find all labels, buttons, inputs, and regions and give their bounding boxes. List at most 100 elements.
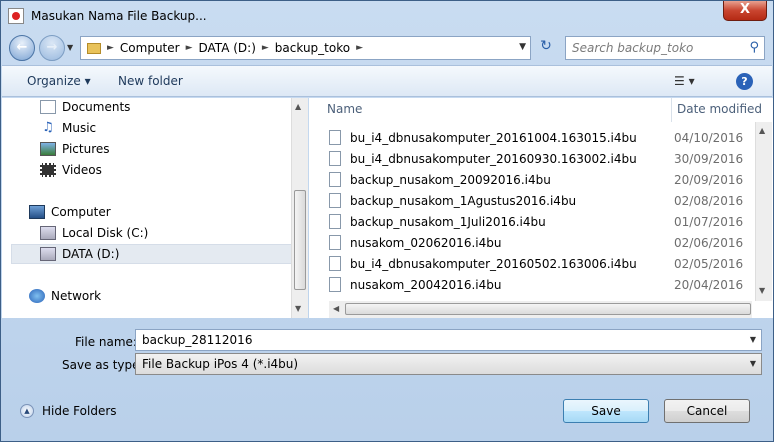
nav-item-local-disk[interactable]: Local Disk (C:) (40, 226, 148, 240)
search-placeholder: Search backup_toko (572, 41, 694, 55)
file-name: nusakom_20042016.i4bu (350, 277, 502, 292)
command-toolbar: Organize ▾ New folder ☰ ▾ ? (2, 65, 772, 97)
file-row[interactable]: backup_nusakom_1Juli2016.i4bu 01/07/2016… (329, 211, 769, 232)
file-date: 04/10/2016 16 (674, 130, 747, 145)
nav-scrollbar[interactable]: ▲ ▼ (291, 98, 308, 318)
nav-item-music[interactable]: ♫ Music (40, 120, 96, 136)
chevron-right-icon[interactable]: ► (356, 43, 363, 53)
chevron-right-icon[interactable]: ► (186, 43, 193, 53)
file-row[interactable]: nusakom_02062016.i4bu 02/06/2016 17 (329, 232, 769, 253)
file-list-vertical-scrollbar[interactable]: ▲ ▼ (755, 122, 772, 301)
save-button[interactable]: Save (563, 399, 649, 423)
new-folder-button[interactable]: New folder (118, 74, 183, 88)
nav-item-data-drive[interactable]: DATA (D:) (40, 247, 119, 261)
nav-item-documents[interactable]: Documents (40, 100, 130, 114)
file-name: backup_nusakom_1Juli2016.i4bu (350, 214, 546, 229)
computer-icon (29, 205, 45, 219)
chevron-up-icon: ▲ (20, 404, 34, 418)
videos-icon (40, 163, 56, 177)
disk-icon (40, 226, 56, 240)
file-icon (329, 193, 341, 208)
file-name: bu_i4_dbnusakomputer_20160930.163002.i4b… (350, 151, 637, 166)
scroll-down-icon[interactable]: ▼ (759, 286, 765, 295)
search-icon[interactable]: ⚲ (749, 40, 759, 55)
folder-icon (87, 42, 101, 54)
file-date: 02/08/2016 10 (674, 193, 747, 208)
recent-pages-dropdown[interactable]: ▼ (67, 43, 77, 53)
file-row[interactable]: backup_nusakom_20092016.i4bu 20/09/2016 … (329, 169, 769, 190)
scroll-up-icon[interactable]: ▲ (759, 126, 765, 135)
search-input[interactable]: Search backup_toko ⚲ (565, 36, 765, 60)
network-icon (29, 289, 45, 303)
chevron-right-icon[interactable]: ► (262, 43, 269, 53)
file-date: 20/09/2016 13 (674, 172, 747, 187)
file-name: backup_nusakom_20092016.i4bu (350, 172, 551, 187)
file-icon (329, 235, 341, 250)
address-bar[interactable]: ► Computer ► DATA (D:) ► backup_toko ► ▼ (80, 36, 531, 60)
documents-icon (40, 100, 56, 114)
file-icon (329, 277, 341, 292)
chevron-down-icon[interactable]: ▼ (750, 335, 756, 344)
organize-menu[interactable]: Organize ▾ (27, 74, 91, 88)
file-list: Name Date modified bu_i4_dbnusakomputer_… (309, 98, 773, 318)
chevron-right-icon[interactable]: ► (107, 43, 114, 53)
nav-item-computer[interactable]: Computer (29, 205, 111, 219)
breadcrumb-computer[interactable]: Computer (120, 41, 180, 55)
file-row[interactable]: backup_nusakom_1Agustus2016.i4bu 02/08/2… (329, 190, 769, 211)
title-bar: Masukan Nama File Backup... X (1, 1, 773, 31)
disk-icon (40, 247, 56, 261)
save-type-select[interactable]: File Backup iPos 4 (*.i4bu) ▼ (135, 353, 762, 375)
scroll-left-icon[interactable]: ◀ (333, 304, 339, 313)
file-row[interactable]: bu_i4_dbnusakomputer_20160502.163006.i4b… (329, 253, 769, 274)
file-name-input[interactable]: backup_28112016 ▼ (135, 329, 762, 351)
file-list-horizontal-scrollbar[interactable]: ◀ (329, 301, 752, 318)
file-name-label: File name: (75, 335, 137, 349)
file-date: 01/07/2016 16 (674, 214, 747, 229)
hide-folders-toggle[interactable]: ▲ Hide Folders (20, 404, 117, 418)
view-options-icon[interactable]: ☰ ▾ (674, 74, 695, 88)
refresh-icon[interactable]: ↻ (536, 38, 556, 58)
file-icon (329, 130, 341, 145)
file-name: bu_i4_dbnusakomputer_20161004.163015.i4b… (350, 130, 637, 145)
file-date: 02/06/2016 17 (674, 235, 747, 250)
file-icon (329, 151, 341, 166)
nav-item-network[interactable]: Network (29, 289, 101, 303)
save-form: File name: backup_28112016 ▼ Save as typ… (2, 319, 772, 442)
scroll-thumb[interactable] (294, 190, 306, 290)
file-date: 20/04/2016 16 (674, 277, 747, 292)
column-header-date[interactable]: Date modified (671, 98, 771, 122)
music-icon: ♫ (42, 120, 54, 135)
scroll-up-icon[interactable]: ▲ (295, 102, 301, 111)
save-dialog: Masukan Nama File Backup... X ← → ▼ ► Co… (0, 0, 774, 442)
file-icon (329, 172, 341, 187)
pictures-icon (40, 142, 56, 156)
breadcrumb-backup-toko[interactable]: backup_toko (275, 41, 350, 55)
file-row[interactable]: bu_i4_dbnusakomputer_20161004.163015.i4b… (329, 127, 769, 148)
file-icon (329, 214, 341, 229)
nav-item-videos[interactable]: Videos (40, 163, 102, 177)
file-row[interactable]: bu_i4_dbnusakomputer_20160930.163002.i4b… (329, 148, 769, 169)
nav-item-pictures[interactable]: Pictures (40, 142, 110, 156)
file-name: nusakom_02062016.i4bu (350, 235, 502, 250)
file-row[interactable]: nusakom_20042016.i4bu 20/04/2016 16 (329, 274, 769, 295)
scroll-thumb[interactable] (345, 303, 751, 315)
file-name: bu_i4_dbnusakomputer_20160502.163006.i4b… (350, 256, 637, 271)
file-date: 02/05/2016 16 (674, 256, 747, 271)
scroll-down-icon[interactable]: ▼ (295, 304, 301, 313)
app-icon (8, 8, 24, 24)
forward-button[interactable]: → (39, 35, 65, 61)
window-title: Masukan Nama File Backup... (31, 9, 207, 23)
cancel-button[interactable]: Cancel (664, 399, 750, 423)
navigation-pane: Documents ♫ Music Pictures Videos Comput… (2, 98, 308, 318)
chevron-down-icon[interactable]: ▼ (750, 359, 756, 368)
help-icon[interactable]: ? (736, 73, 753, 90)
breadcrumb-data-drive[interactable]: DATA (D:) (199, 41, 256, 55)
column-header-name[interactable]: Name (309, 98, 671, 122)
file-icon (329, 256, 341, 271)
close-button[interactable]: X (723, 1, 767, 21)
address-dropdown-icon[interactable]: ▼ (519, 42, 526, 52)
save-type-label: Save as type: (62, 358, 144, 372)
file-date: 30/09/2016 16 (674, 151, 747, 166)
file-name: backup_nusakom_1Agustus2016.i4bu (350, 193, 577, 208)
back-button[interactable]: ← (9, 35, 35, 61)
